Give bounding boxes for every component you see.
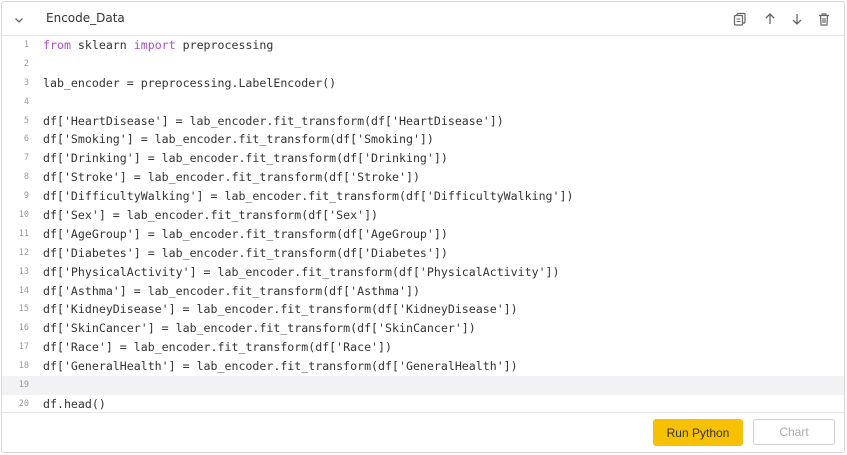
code-line[interactable]: 8 df['Stroke'] = lab_encoder.fit_transfor… [2, 168, 844, 187]
line-number: 13 [18, 266, 29, 277]
code-text: from sklearn import preprocessing [43, 36, 273, 55]
arrow-down-icon[interactable] [789, 11, 805, 27]
code-line[interactable]: 4 [2, 93, 844, 112]
line-number: 7 [23, 153, 29, 164]
code-text: df['DifficultyWalking'] = lab_encoder.fi… [43, 189, 574, 204]
code-text: df['KidneyDisease'] = lab_encoder.fit_tr… [43, 302, 518, 317]
code-line[interactable]: 9 df['DifficultyWalking'] = lab_encoder.f… [2, 187, 844, 206]
line-number: 2 [23, 58, 29, 69]
line-number: 8 [23, 172, 29, 183]
code-line[interactable]: 7 df['Drinking'] = lab_encoder.fit_transf… [2, 149, 844, 168]
line-number: 16 [18, 323, 29, 334]
chart-button[interactable]: Chart [753, 419, 835, 445]
line-number: 17 [18, 342, 29, 353]
line-number: 14 [18, 285, 29, 296]
line-number: 5 [23, 115, 29, 126]
code-text: df['Stroke'] = lab_encoder.fit_transform… [43, 170, 420, 185]
copy-icon[interactable] [732, 11, 748, 27]
code-token: import [133, 38, 176, 52]
code-line[interactable]: 1 from sklearn import preprocessing [2, 36, 844, 55]
code-text: df['Drinking'] = lab_encoder.fit_transfo… [43, 151, 448, 166]
arrow-up-icon[interactable] [762, 11, 778, 27]
code-token: sklearn [70, 38, 134, 52]
code-line[interactable]: 11 df['AgeGroup'] = lab_encoder.fit_trans… [2, 225, 844, 244]
cell-toolbar [732, 11, 832, 27]
chevron-down-icon[interactable] [12, 12, 26, 26]
line-number: 19 [18, 380, 29, 391]
code-line[interactable]: 2 [2, 55, 844, 74]
code-token: from [43, 38, 71, 52]
code-editor[interactable]: 1 from sklearn import preprocessing 2 3 lab_… [2, 36, 844, 414]
code-line[interactable]: 6 df['Smoking'] = lab_encoder.fit_transfo… [2, 130, 844, 149]
cell-footer: Run Python Chart [2, 412, 844, 452]
code-text: lab_encoder = preprocessing.LabelEncoder… [43, 75, 337, 90]
code-text: df['HeartDisease'] = lab_encoder.fit_tra… [43, 113, 504, 128]
line-number: 11 [18, 228, 29, 239]
code-text: df['Smoking'] = lab_encoder.fit_transfor… [43, 132, 434, 147]
code-line[interactable]: 3 lab_encoder = preprocessing.LabelEncode… [2, 74, 844, 93]
line-number: 9 [23, 191, 29, 202]
code-line[interactable]: 19 [2, 376, 844, 395]
code-text: df.head() [43, 396, 106, 411]
code-text: df['Asthma'] = lab_encoder.fit_transform… [43, 283, 420, 298]
code-text: df['Race'] = lab_encoder.fit_transform(d… [43, 340, 393, 355]
line-number: 12 [18, 247, 29, 258]
code-line[interactable]: 5 df['HeartDisease'] = lab_encoder.fit_tr… [2, 112, 844, 131]
line-number: 3 [23, 77, 29, 88]
code-line[interactable]: 12 df['Diabetes'] = lab_encoder.fit_trans… [2, 244, 844, 263]
line-number: 1 [23, 40, 29, 50]
line-number: 18 [18, 361, 29, 372]
cell-title: Encode_Data [46, 11, 125, 25]
run-python-button[interactable]: Run Python [653, 419, 743, 446]
code-line[interactable]: 17 df['Race'] = lab_encoder.fit_transform… [2, 338, 844, 357]
line-number: 20 [18, 398, 29, 409]
code-line[interactable]: 15 df['KidneyDisease'] = lab_encoder.fit_… [2, 300, 844, 319]
code-line[interactable]: 13 df['PhysicalActivity'] = lab_encoder.f… [2, 263, 844, 282]
code-text: df['Diabetes'] = lab_encoder.fit_transfo… [43, 245, 448, 260]
code-token: preprocessing [175, 38, 274, 52]
cell-header: Encode_Data [2, 2, 844, 36]
code-text: df['Sex'] = lab_encoder.fit_transform(df… [43, 208, 379, 223]
code-text: df['AgeGroup'] = lab_encoder.fit_transfo… [43, 226, 448, 241]
code-line[interactable]: 14 df['Asthma'] = lab_encoder.fit_transfo… [2, 282, 844, 301]
line-number: 15 [18, 304, 29, 315]
code-line[interactable]: 10 df['Sex'] = lab_encoder.fit_transform(… [2, 206, 844, 225]
notebook-cell: Encode_Data 1 from sklearn import preproc… [1, 1, 845, 453]
line-number: 10 [18, 210, 29, 221]
code-line[interactable]: 20 df.head() [2, 395, 844, 414]
code-line[interactable]: 16 df['SkinCancer'] = lab_encoder.fit_tra… [2, 319, 844, 338]
code-text: df['PhysicalActivity'] = lab_encoder.fit… [43, 264, 560, 279]
code-text: df['GeneralHealth'] = lab_encoder.fit_tr… [43, 359, 518, 374]
line-number: 4 [23, 96, 29, 107]
trash-icon[interactable] [816, 11, 832, 27]
line-number: 6 [23, 134, 29, 145]
code-line[interactable]: 18 df['GeneralHealth'] = lab_encoder.fit_… [2, 357, 844, 376]
code-text: df['SkinCancer'] = lab_encoder.fit_trans… [43, 321, 476, 336]
